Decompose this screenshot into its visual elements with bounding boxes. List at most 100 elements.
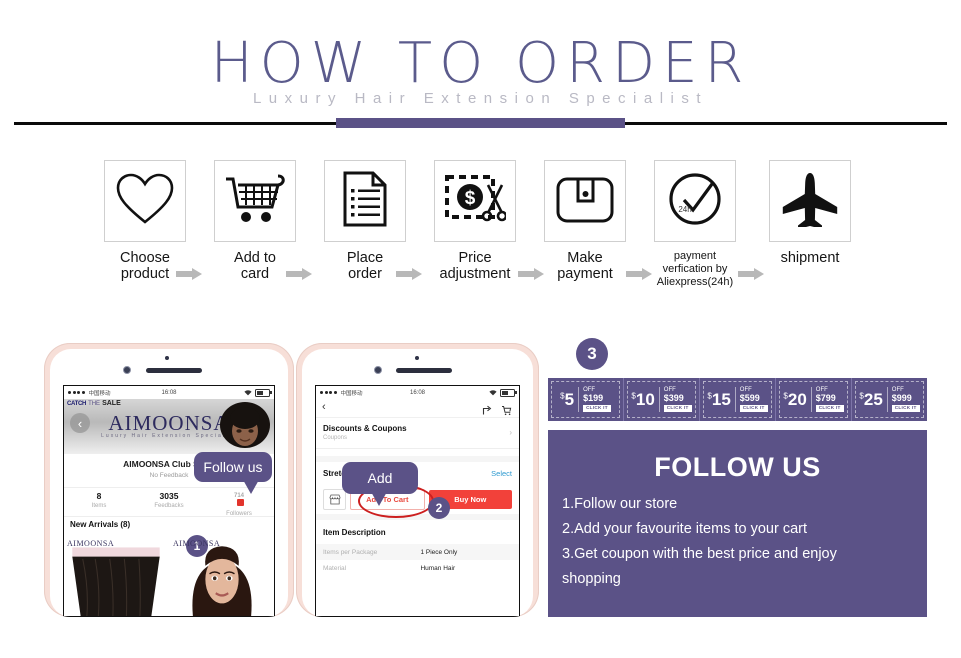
coupon-min-spend: $199 xyxy=(583,393,604,404)
page-title: HOW TO ORDER xyxy=(210,31,751,96)
coupon-value: 20 xyxy=(787,390,807,409)
new-arrivals-heading: New Arrivals (8) xyxy=(70,520,131,529)
coupon-min-spend: $399 xyxy=(663,393,684,404)
page-header: HOW TO ORDER Luxury Hair Extension Speci… xyxy=(0,0,961,140)
step-icon-box xyxy=(544,160,626,242)
step-label-line2: adjustment xyxy=(439,266,511,282)
callout-tail xyxy=(370,490,388,506)
discounts-subtitle: Coupons xyxy=(323,435,348,441)
item-description-table: Items per Package 1 Piece Only Material … xyxy=(316,544,519,576)
follow-step: 1.Follow our store xyxy=(562,496,678,512)
coupon-details: OFF $199 CLICK IT xyxy=(578,387,611,412)
earpiece-speaker xyxy=(146,368,202,373)
back-chevron-icon[interactable]: ‹ xyxy=(322,402,326,413)
coupon-min-spend: $799 xyxy=(815,393,836,404)
step-payment-verification: 24h payment verfication by Aliexpress(24… xyxy=(650,160,740,289)
step-label: Make payment xyxy=(540,250,630,282)
product-image-hair-frontal xyxy=(64,536,168,616)
coupon-cta-button[interactable]: CLICK IT xyxy=(663,405,692,412)
step-label-line1: Add to xyxy=(234,250,276,266)
stat-value-wrap: 714 xyxy=(204,493,274,509)
airplane-icon xyxy=(779,171,841,232)
wifi-icon xyxy=(489,389,497,395)
product-card[interactable]: AIMOONSA xyxy=(64,536,168,616)
step-number-badge-2: 2 xyxy=(428,497,450,519)
step-label-line1: Make xyxy=(567,250,603,266)
coupon-details: OFF $399 CLICK IT xyxy=(658,387,692,412)
step-label-line1: Place xyxy=(346,250,384,266)
coupon-amount: $10 xyxy=(631,391,654,408)
battery-icon xyxy=(255,388,272,397)
page-subtitle: Luxury Hair Extension Specialist xyxy=(252,90,709,107)
step-label: payment verfication by Aliexpress(24h) xyxy=(650,250,740,289)
coupon-item[interactable]: $15 OFF $599 CLICK IT xyxy=(700,378,776,421)
item-description-heading: Item Description xyxy=(323,528,386,537)
follow-us-steps: 1.Follow our store 2.Add your favourite … xyxy=(562,492,917,592)
store-icon[interactable] xyxy=(323,489,346,510)
stat-value: 8 xyxy=(96,491,102,501)
step-icon-box xyxy=(104,160,186,242)
callout-label: Add xyxy=(367,470,393,486)
step-label-line2: verfication by xyxy=(662,263,728,275)
step-add-to-cart: Add to card xyxy=(210,160,300,282)
arrow-right-icon xyxy=(626,268,652,280)
coupon-inner: $5 OFF $199 CLICK IT xyxy=(551,381,620,418)
coupon-item[interactable]: $25 OFF $999 CLICK IT xyxy=(852,378,927,421)
discounts-title: Discounts & Coupons xyxy=(323,424,407,433)
stat-items: 8 Items xyxy=(64,488,134,516)
step-icon-box xyxy=(324,160,406,242)
step-icon-box: $ xyxy=(434,160,516,242)
desc-key: Items per Package xyxy=(323,548,378,556)
coupon-details: OFF $799 CLICK IT xyxy=(810,387,844,412)
step-label-line1: shipment xyxy=(780,250,840,266)
table-row: Material Human Hair xyxy=(316,560,519,576)
step-icon-box: 24h xyxy=(654,160,736,242)
coupon-cta-button[interactable]: CLICK IT xyxy=(891,405,920,412)
cart-icon[interactable] xyxy=(501,403,512,421)
heart-icon xyxy=(115,173,175,230)
step-shipment: shipment xyxy=(765,160,855,266)
step-place-order: Place order xyxy=(320,160,410,282)
step-number-label: 3 xyxy=(587,344,597,363)
phone-top-bezel xyxy=(50,349,288,385)
coupon-cta-button[interactable]: CLICK IT xyxy=(815,405,844,412)
desc-key: Material xyxy=(323,564,347,572)
document-icon xyxy=(342,171,388,232)
share-icon[interactable] xyxy=(482,403,493,421)
chevron-right-icon[interactable]: › xyxy=(509,428,512,437)
coupon-min-spend: $999 xyxy=(891,393,912,404)
product-grid: AIMOONSA AIMOONSA xyxy=(64,536,274,616)
store-hero-banner: CATCH THE SALE ‹ AIMOONSA Luxury Hair Ex… xyxy=(64,399,274,454)
svg-text:$: $ xyxy=(465,188,476,209)
divider xyxy=(316,448,519,449)
phone2-navbar: ‹ xyxy=(316,399,519,418)
shopping-cart-icon xyxy=(224,173,286,230)
phone-top-bezel xyxy=(302,349,533,385)
phone1-screen: 中国移动 16:08 CATCH THE SALE ‹ AIMOONSA Lux… xyxy=(63,385,275,617)
callout-label: Follow us xyxy=(203,459,263,475)
followers-badge-icon xyxy=(236,499,244,506)
coupon-item[interactable]: $20 OFF $799 CLICK IT xyxy=(776,378,852,421)
section-gap xyxy=(316,456,519,462)
follow-step: 2.Add your favourite items to your cart xyxy=(562,521,807,537)
arrow-right-icon xyxy=(286,268,312,280)
coupon-cta-button[interactable]: CLICK IT xyxy=(739,405,768,412)
coupon-amount: $25 xyxy=(859,391,882,408)
coupon-cta-button[interactable]: CLICK IT xyxy=(583,405,611,412)
step-make-payment: Make payment xyxy=(540,160,630,282)
status-right xyxy=(489,388,517,397)
follow-step: shopping xyxy=(562,571,621,587)
coupon-value: 15 xyxy=(711,390,731,409)
follow-us-title: FOLLOW US xyxy=(654,452,821,482)
page-root: HOW TO ORDER Luxury Hair Extension Speci… xyxy=(0,0,961,658)
table-row: Items per Package 1 Piece Only xyxy=(316,544,519,560)
select-link[interactable]: Select xyxy=(491,469,512,478)
coupon-item[interactable]: $10 OFF $399 CLICK IT xyxy=(624,378,700,421)
clock-check-24h-icon: 24h xyxy=(667,171,723,232)
phone1-status-bar: 中国移动 16:08 xyxy=(64,386,274,399)
coupon-min-spend: $599 xyxy=(739,393,760,404)
coupon-item[interactable]: $5 OFF $199 CLICK IT xyxy=(548,378,624,421)
arrow-right-icon xyxy=(738,268,764,280)
stat-followers: 714 Followers xyxy=(204,488,274,517)
wallet-icon xyxy=(556,175,614,228)
